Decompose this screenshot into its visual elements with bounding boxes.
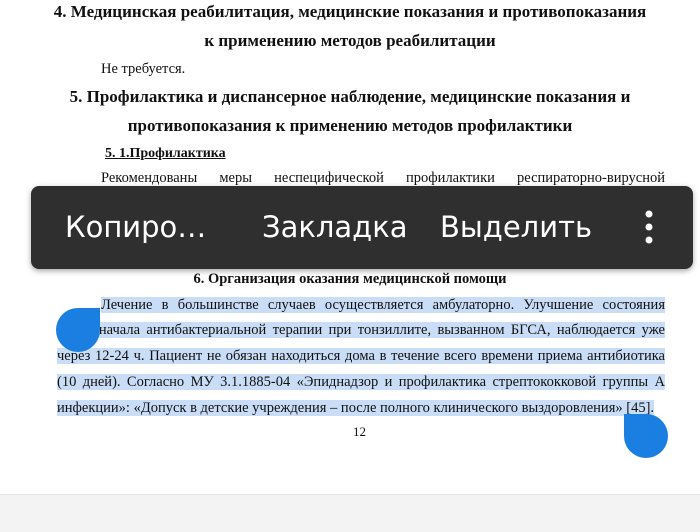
select-menu-item[interactable]: Выделить xyxy=(440,186,592,269)
text-word: респираторно-вирусной xyxy=(517,170,665,186)
bookmark-menu-item[interactable]: Закладка xyxy=(262,186,408,269)
subsection51-heading: 5. 1.Профилактика xyxy=(105,146,226,161)
selected-text[interactable]: через 12-24 ч. Пациент не обязан находит… xyxy=(57,348,665,364)
section6-paragraph-line-1[interactable]: Лечение в большинстве случаев осуществля… xyxy=(101,295,665,315)
selected-text[interactable]: после начала антибактериальной терапии п… xyxy=(57,322,665,338)
section6-paragraph-line-3[interactable]: через 12-24 ч. Пациент не обязан находит… xyxy=(57,346,665,366)
selected-text[interactable]: инфекции»: «Допуск в детские учреждения … xyxy=(57,400,655,416)
copy-menu-item[interactable]: Копиро… xyxy=(65,186,206,269)
selected-text[interactable]: (10 дней). Согласно МУ 3.1.1885-04 «Эпид… xyxy=(57,374,665,390)
text-selection-context-menu: Копиро… Закладка Выделить xyxy=(31,186,693,269)
document-viewer[interactable]: 4. Медицинская реабилитация, медицинские… xyxy=(0,0,700,532)
more-vert-icon[interactable] xyxy=(635,208,663,246)
section5-heading-line2: противопоказания к применению методов пр… xyxy=(127,116,573,135)
selection-start-handle[interactable] xyxy=(56,308,100,352)
section6-paragraph-line-4[interactable]: (10 дней). Согласно МУ 3.1.1885-04 «Эпид… xyxy=(57,372,665,392)
section6-paragraph-line-5[interactable]: инфекции»: «Допуск в детские учреждения … xyxy=(57,398,665,418)
selection-end-handle[interactable] xyxy=(624,414,668,458)
page-gap xyxy=(0,494,700,532)
subsection51-text-line: Рекомендованы меры неспецифической профи… xyxy=(101,170,665,187)
section4-heading-line2: к применению методов реабилитации xyxy=(204,31,496,50)
section6-paragraph-line-2[interactable]: после начала антибактериальной терапии п… xyxy=(57,320,665,340)
text-word: меры xyxy=(219,170,252,186)
text-word: профилактики xyxy=(406,170,495,186)
selected-text[interactable]: Лечение в большинстве случаев осуществля… xyxy=(101,297,665,313)
section6-heading: 6. Организация оказания медицинской помо… xyxy=(193,271,507,287)
section4-heading-line1: 4. Медицинская реабилитация, медицинские… xyxy=(53,2,647,21)
page-number: 12 xyxy=(353,424,366,439)
section5-heading-line1: 5. Профилактика и диспансерное наблюдени… xyxy=(69,87,631,106)
text-word: Рекомендованы xyxy=(101,170,198,186)
text-word: неспецифической xyxy=(274,170,384,186)
section4-text: Не требуется. xyxy=(101,61,186,77)
